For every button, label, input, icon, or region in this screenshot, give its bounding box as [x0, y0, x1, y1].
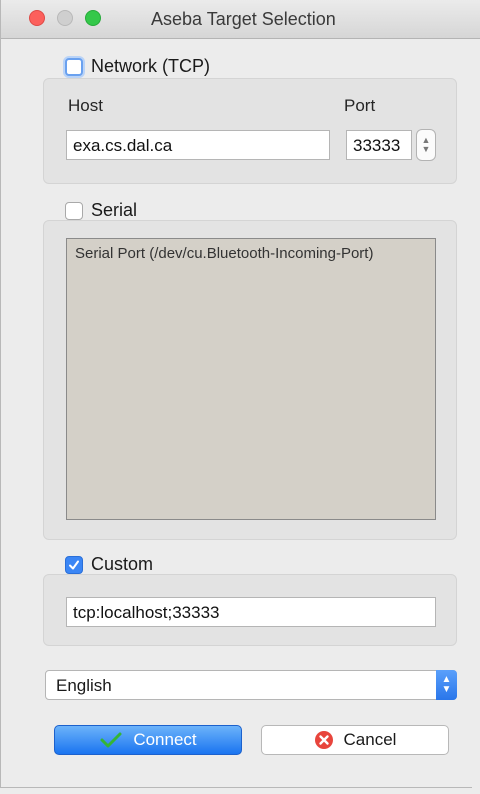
checkmark-icon: [99, 731, 123, 749]
serial-port-list[interactable]: Serial Port (/dev/cu.Bluetooth-Incoming-…: [66, 238, 436, 520]
cancel-button-label: Cancel: [343, 730, 397, 749]
custom-group: tcp:localhost;33333: [43, 574, 457, 646]
network-tcp-label: Network (TCP): [91, 56, 211, 76]
stepper-down-icon[interactable]: ▼: [422, 145, 431, 154]
network-tcp-option[interactable]: Network (TCP): [65, 56, 210, 77]
serial-label: Serial: [91, 200, 138, 220]
host-label: Host: [68, 96, 103, 115]
network-group: Host Port exa.cs.dal.ca 33333 ▲ ▼: [43, 78, 457, 184]
serial-checkbox[interactable]: [65, 201, 83, 220]
custom-target-input[interactable]: tcp:localhost;33333: [66, 597, 436, 627]
serial-option[interactable]: Serial: [65, 200, 137, 221]
window-title: Aseba Target Selection: [151, 9, 336, 29]
serial-group: Serial Port (/dev/cu.Bluetooth-Incoming-…: [43, 220, 457, 540]
connect-button[interactable]: Connect: [54, 725, 242, 755]
custom-label: Custom: [91, 554, 154, 574]
zoom-window-button[interactable]: [85, 10, 101, 26]
connect-button-label: Connect: [133, 730, 197, 749]
host-input[interactable]: exa.cs.dal.ca: [66, 130, 330, 160]
close-window-button[interactable]: [29, 10, 45, 26]
title-bar[interactable]: Aseba Target Selection: [1, 0, 480, 39]
port-stepper[interactable]: ▲ ▼: [416, 129, 436, 161]
port-label: Port: [344, 96, 376, 115]
language-selected-value: English: [56, 676, 112, 695]
serial-port-item[interactable]: Serial Port (/dev/cu.Bluetooth-Incoming-…: [75, 245, 373, 262]
target-selection-window: Aseba Target Selection Network (TCP) Hos…: [0, 0, 480, 788]
custom-option[interactable]: Custom: [65, 554, 153, 575]
port-input[interactable]: 33333: [346, 130, 412, 160]
minimize-window-button[interactable]: [57, 10, 73, 26]
cancel-x-icon: [314, 730, 334, 750]
network-tcp-checkbox[interactable]: [65, 57, 83, 76]
custom-checkbox[interactable]: [65, 555, 83, 574]
cancel-button[interactable]: Cancel: [261, 725, 449, 755]
checkmark-icon: [69, 560, 79, 569]
language-select[interactable]: English ▲ ▼: [45, 670, 457, 700]
select-arrows-icon[interactable]: ▲ ▼: [436, 670, 457, 700]
